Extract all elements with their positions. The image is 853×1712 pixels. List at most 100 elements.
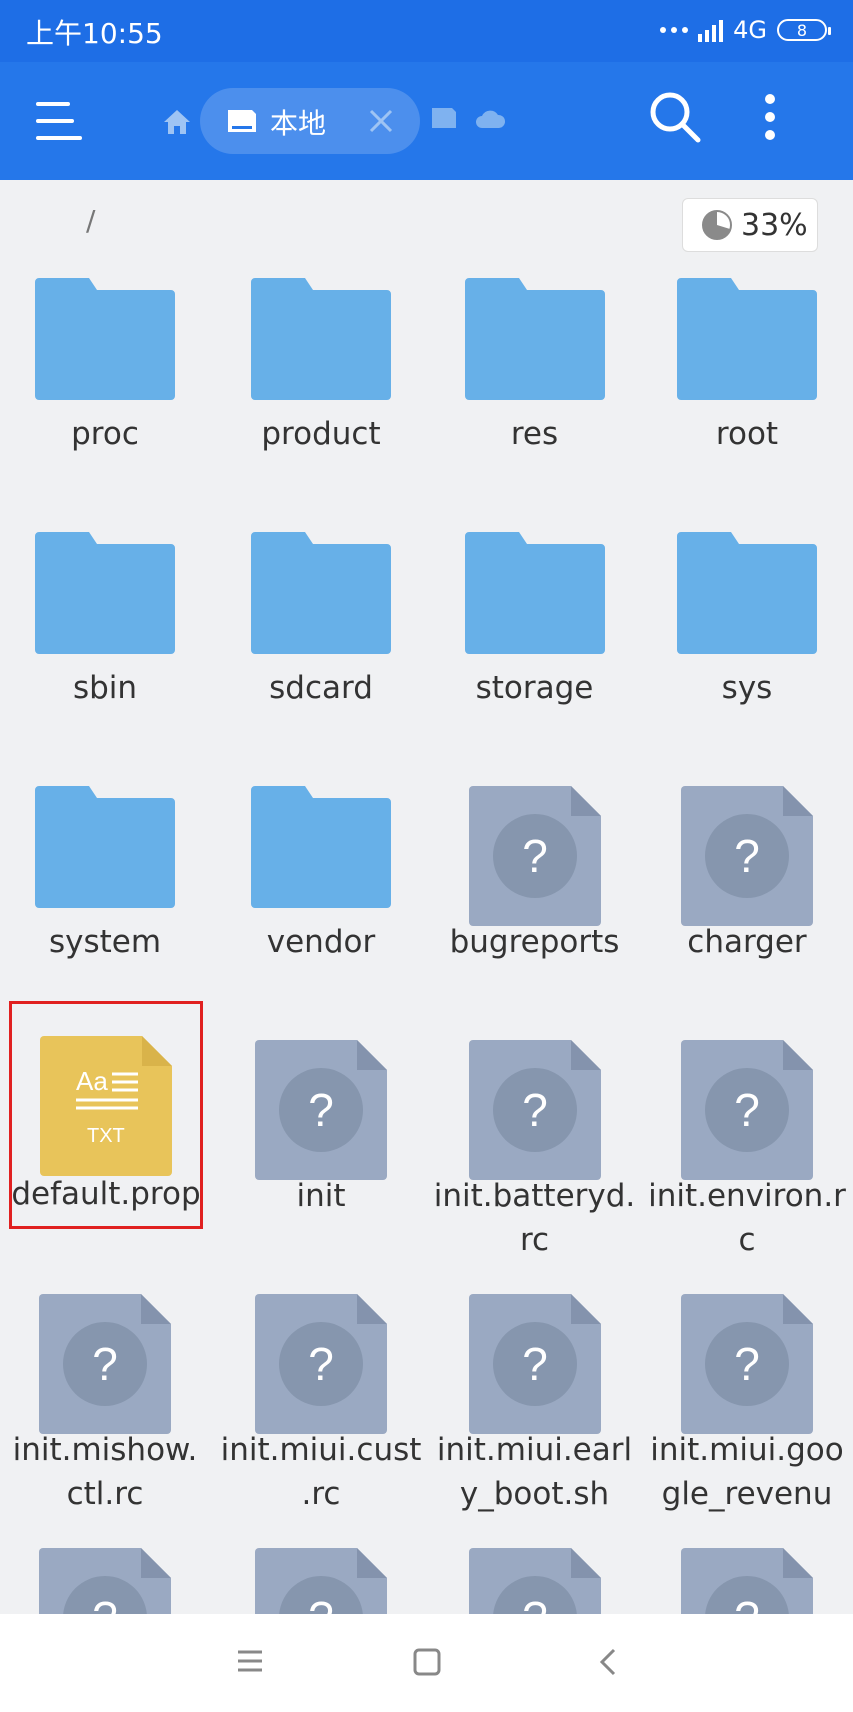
folder-item[interactable]: product	[214, 254, 428, 508]
file-name: root	[715, 416, 779, 452]
file-name: charger	[687, 924, 807, 960]
unknown-file-icon: ?	[39, 1294, 171, 1434]
file-name: storage	[475, 670, 594, 706]
folder-item[interactable]: proc	[0, 254, 210, 508]
battery-icon: 8	[777, 19, 831, 41]
folder-item[interactable]: root	[641, 254, 853, 508]
pie-chart-icon	[702, 210, 732, 240]
svg-text:?: ?	[308, 1084, 334, 1136]
home-icon[interactable]	[162, 108, 192, 136]
folder-icon	[35, 278, 175, 400]
unknown-file-icon: ?	[468, 1294, 601, 1434]
svg-text:?: ?	[92, 1592, 118, 1614]
file-item[interactable]: ?	[0, 1524, 210, 1614]
folder-icon	[464, 278, 605, 400]
folder-icon	[677, 278, 817, 400]
file-name: sdcard	[269, 670, 373, 706]
unknown-file-icon: ?	[255, 1548, 387, 1614]
file-item[interactable]: ? charger	[641, 762, 853, 1016]
folder-item[interactable]: storage	[428, 508, 641, 762]
breadcrumb[interactable]: /	[86, 204, 95, 237]
more-options-icon[interactable]	[762, 90, 778, 144]
sd-card-icon	[228, 110, 256, 132]
file-item[interactable]: ?	[214, 1524, 428, 1614]
file-name: init.miui.earl y_boot.sh	[436, 1432, 633, 1512]
unknown-file-icon: ?	[468, 786, 601, 926]
file-name: vendor	[266, 924, 376, 960]
txt-glyph: Aa	[76, 1066, 108, 1096]
file-item[interactable]: ?	[641, 1524, 853, 1614]
file-name: product	[261, 416, 381, 452]
unknown-file-icon: ?	[681, 1548, 813, 1614]
file-item[interactable]: ? init.mishow. ctl.rc	[0, 1270, 210, 1524]
folder-icon	[251, 278, 391, 400]
file-name: sys	[721, 670, 773, 706]
svg-text:?: ?	[308, 1338, 334, 1390]
folder-item[interactable]: system	[0, 762, 210, 1016]
file-item[interactable]: ? bugreports	[428, 762, 641, 1016]
folder-item[interactable]: sys	[641, 508, 853, 762]
file-item[interactable]: ? init.batteryd. rc	[428, 1016, 641, 1270]
recents-icon[interactable]	[236, 1648, 264, 1674]
folder-icon	[251, 532, 391, 654]
unknown-file-icon: ?	[681, 786, 813, 926]
svg-text:?: ?	[522, 830, 548, 882]
tab-label: 本地	[270, 107, 327, 140]
search-icon[interactable]	[648, 90, 702, 144]
folder-icon	[35, 786, 175, 908]
svg-text:?: ?	[734, 1084, 760, 1136]
svg-text:?: ?	[734, 830, 760, 882]
svg-text:?: ?	[734, 1592, 760, 1614]
svg-text:?: ?	[522, 1338, 548, 1390]
unknown-file-icon: ?	[681, 1040, 813, 1180]
network-type: 4G	[733, 16, 767, 44]
file-item[interactable]: ? init.miui.cust .rc	[214, 1270, 428, 1524]
folder-item[interactable]: sbin	[0, 508, 210, 762]
folder-item[interactable]: sdcard	[214, 508, 428, 762]
more-notifications-icon	[660, 27, 689, 33]
tab-local[interactable]: 本地	[200, 88, 420, 154]
file-item[interactable]: ?	[428, 1524, 641, 1614]
back-icon[interactable]	[598, 1648, 618, 1676]
folder-icon	[251, 786, 391, 908]
file-item[interactable]: ? init	[214, 1016, 428, 1270]
file-name: init	[296, 1178, 346, 1214]
file-item[interactable]: ? init.environ.r c	[641, 1016, 853, 1270]
svg-text:?: ?	[92, 1338, 118, 1390]
file-name: init.miui.goo gle_revenu	[650, 1432, 844, 1512]
unknown-file-icon: ?	[255, 1294, 387, 1434]
file-name: default.prop	[11, 1176, 201, 1212]
home-button-icon[interactable]	[413, 1648, 441, 1676]
file-name: init.mishow. ctl.rc	[12, 1432, 198, 1512]
sd-card-icon[interactable]	[430, 106, 458, 130]
unknown-file-icon: ?	[468, 1040, 601, 1180]
app-toolbar: 本地	[0, 62, 853, 180]
menu-icon[interactable]	[36, 102, 82, 140]
unknown-file-icon: ?	[255, 1040, 387, 1180]
file-item[interactable]: ? init.miui.goo gle_revenu	[641, 1270, 853, 1524]
file-name: sbin	[72, 670, 138, 706]
close-icon[interactable]	[366, 106, 396, 136]
battery-level: 8	[796, 20, 808, 40]
folder-icon	[464, 532, 605, 654]
svg-text:?: ?	[522, 1592, 548, 1614]
file-name: proc	[71, 416, 139, 452]
folder-item[interactable]: vendor	[214, 762, 428, 1016]
storage-usage-button[interactable]: 33%	[682, 198, 818, 252]
unknown-file-icon: ?	[468, 1548, 601, 1614]
file-name: bugreports	[449, 924, 620, 960]
storage-percent: 33%	[741, 207, 808, 243]
svg-text:?: ?	[522, 1084, 548, 1136]
file-item-selected[interactable]: Aa TXT default.prop	[9, 1001, 203, 1229]
status-time: 上午10:55	[26, 17, 163, 50]
file-name: init.miui.cust .rc	[220, 1432, 422, 1512]
file-item[interactable]: ? init.miui.earl y_boot.sh	[428, 1270, 641, 1524]
file-name: system	[48, 924, 162, 960]
unknown-file-icon: ?	[681, 1294, 813, 1434]
cloud-icon[interactable]	[474, 108, 506, 130]
status-bar: 上午10:55 4G 8	[0, 0, 853, 62]
folder-item[interactable]: res	[428, 254, 641, 508]
text-file-icon: Aa TXT	[40, 1036, 172, 1176]
svg-text:?: ?	[308, 1592, 334, 1614]
signal-icon	[698, 18, 724, 42]
